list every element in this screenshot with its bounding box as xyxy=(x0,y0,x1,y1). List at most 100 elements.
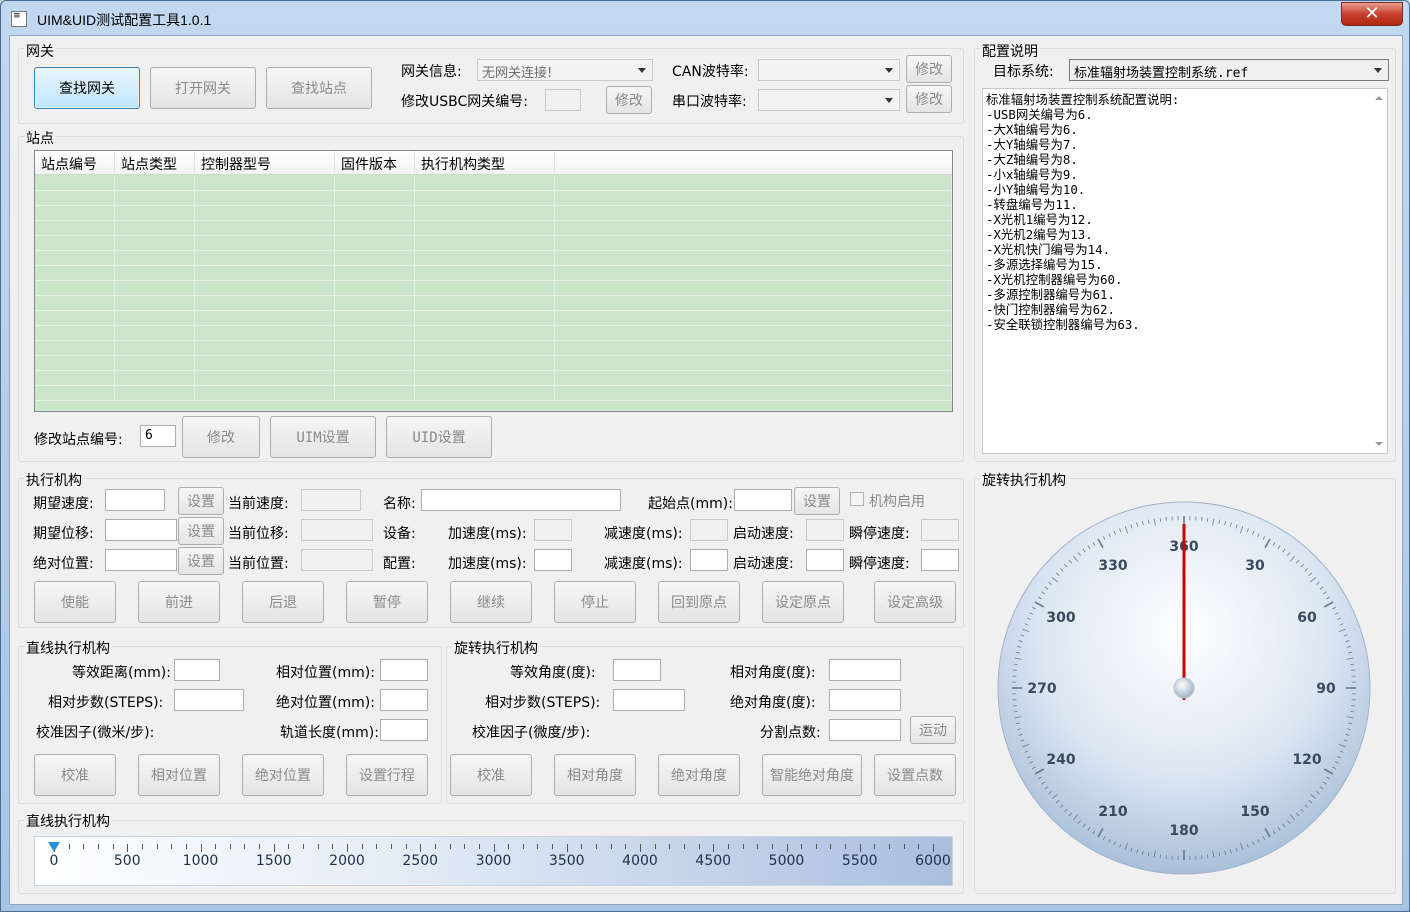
can-modify-button[interactable]: 修改 xyxy=(906,55,952,83)
col-station-id[interactable]: 站点编号 xyxy=(35,151,115,175)
eq-dist-input[interactable] xyxy=(174,659,220,681)
decel-input[interactable] xyxy=(690,549,728,571)
col-station-type[interactable]: 站点类型 xyxy=(115,151,195,175)
abs-pos-mm-input[interactable] xyxy=(380,689,428,711)
table-row[interactable] xyxy=(35,206,952,221)
linear-calibrate-button[interactable]: 校准 xyxy=(34,754,116,796)
rotary-abs-angle-button[interactable]: 绝对角度 xyxy=(658,754,740,796)
stop-speed-input[interactable] xyxy=(921,549,959,571)
start-speed-input[interactable] xyxy=(806,549,844,571)
linear-abs-pos-button[interactable]: 绝对位置 xyxy=(242,754,324,796)
linear-slider[interactable]: 0 500 1000 1500 2000 2500 3000 3500 4000 4500 5000… xyxy=(34,836,953,886)
slider-tick xyxy=(112,844,114,849)
eq-angle-input[interactable] xyxy=(613,659,661,681)
slider-tick xyxy=(625,844,627,849)
table-row[interactable] xyxy=(35,221,952,236)
open-gateway-button[interactable]: 打开网关 xyxy=(150,67,256,109)
backward-button[interactable]: 后退 xyxy=(242,581,324,623)
continue-button[interactable]: 继续 xyxy=(450,581,532,623)
linear-rel-pos-button[interactable]: 相对位置 xyxy=(138,754,220,796)
uid-settings-button[interactable]: UID设置 xyxy=(386,416,492,458)
config-description-text[interactable]: 标准辐射场装置控制系统配置说明: -USB网关编号为6. -大X轴编号为6. -大Y轴… xyxy=(982,88,1388,454)
start-point-input[interactable] xyxy=(734,489,792,511)
start-point-set-button[interactable]: 设置 xyxy=(794,487,840,515)
set-points-button[interactable]: 设置点数 xyxy=(874,754,956,796)
slider-label: 500 xyxy=(113,853,141,869)
uim-settings-button[interactable]: UIM设置 xyxy=(270,416,376,458)
col-firmware-version[interactable]: 固件版本 xyxy=(335,151,415,175)
run-button[interactable]: 运动 xyxy=(910,716,956,744)
usbc-modify-button[interactable]: 修改 xyxy=(606,86,652,114)
col-controller-model[interactable]: 控制器型号 xyxy=(195,151,335,175)
enable-button[interactable]: 使能 xyxy=(34,581,116,623)
table-row[interactable] xyxy=(35,386,952,401)
table-row[interactable] xyxy=(35,371,952,386)
close-button[interactable]: ✕ xyxy=(1341,2,1403,26)
config-scrollbar[interactable] xyxy=(1370,89,1387,453)
expect-speed-set-button[interactable]: 设置 xyxy=(178,487,224,515)
table-row[interactable] xyxy=(35,251,952,266)
table-row[interactable] xyxy=(35,191,952,206)
slider-thumb[interactable] xyxy=(48,842,60,852)
rot-rel-steps-input[interactable] xyxy=(613,689,685,711)
table-row[interactable] xyxy=(35,311,952,326)
table-row[interactable] xyxy=(35,326,952,341)
find-gateway-button[interactable]: 查找网关 xyxy=(34,67,140,109)
expect-speed-input[interactable] xyxy=(105,489,165,511)
col-actuator-type[interactable]: 执行机构类型 xyxy=(415,151,555,175)
enable-checkbox[interactable] xyxy=(850,492,864,506)
abs-pos-input[interactable] xyxy=(105,549,177,571)
rot-rel-steps-label: 相对步数(STEPS): xyxy=(485,695,601,711)
set-travel-button[interactable]: 设置行程 xyxy=(346,754,428,796)
rel-steps-input[interactable] xyxy=(174,689,244,711)
gateway-info-combo[interactable]: 无网关连接! xyxy=(477,59,653,81)
slider-tick xyxy=(859,844,861,852)
serial-baud-combo[interactable] xyxy=(758,89,900,111)
name-input[interactable] xyxy=(421,489,621,511)
set-advanced-button[interactable]: 设定高级 xyxy=(874,581,956,623)
rel-angle-input[interactable] xyxy=(829,659,901,681)
go-home-button[interactable]: 回到原点 xyxy=(658,581,740,623)
set-home-button[interactable]: 设定原点 xyxy=(762,581,844,623)
expect-pos-input[interactable] xyxy=(105,519,177,541)
config-line: -X光机2编号为13. xyxy=(986,227,1093,242)
station-table[interactable]: 站点编号 站点类型 控制器型号 固件版本 执行机构类型 xyxy=(34,150,953,412)
divisions-input[interactable] xyxy=(829,719,901,741)
slider-tick xyxy=(390,844,392,849)
target-system-combo[interactable]: 标准辐射场装置控制系统.ref xyxy=(1069,59,1389,81)
find-station-button[interactable]: 查找站点 xyxy=(266,67,372,109)
abs-pos-set-button[interactable]: 设置 xyxy=(178,547,224,575)
modify-station-input[interactable]: 6 xyxy=(140,425,176,447)
scroll-up-icon[interactable] xyxy=(1375,96,1383,100)
abs-angle-input[interactable] xyxy=(829,689,901,711)
table-row[interactable] xyxy=(35,266,952,281)
track-len-input[interactable] xyxy=(380,719,428,741)
rel-pos-input[interactable] xyxy=(380,659,428,681)
table-cell xyxy=(35,386,115,401)
modify-station-button[interactable]: 修改 xyxy=(182,416,260,458)
forward-button[interactable]: 前进 xyxy=(138,581,220,623)
can-baud-combo[interactable] xyxy=(758,59,900,81)
table-row[interactable] xyxy=(35,341,952,356)
slider-tick xyxy=(552,844,554,849)
pause-button[interactable]: 暂停 xyxy=(346,581,428,623)
stop-button[interactable]: 停止 xyxy=(554,581,636,623)
table-row[interactable] xyxy=(35,281,952,296)
usbc-gateway-input[interactable] xyxy=(545,89,581,111)
expect-pos-set-button[interactable]: 设置 xyxy=(178,517,224,545)
rotary-rel-angle-button[interactable]: 相对角度 xyxy=(554,754,636,796)
config-line: -大X轴编号为6. xyxy=(986,122,1078,137)
scroll-down-icon[interactable] xyxy=(1375,442,1383,446)
table-row[interactable] xyxy=(35,296,952,311)
accel-input[interactable] xyxy=(534,549,572,571)
rotary-calibrate-button[interactable]: 校准 xyxy=(450,754,532,796)
title-bar[interactable]: ≡ UIM&UID测试配置工具1.0.1 ✕ xyxy=(1,1,1409,35)
rotary-dial[interactable]: 360306090120150180210240270300330 xyxy=(996,500,1372,876)
table-row[interactable] xyxy=(35,236,952,251)
smart-abs-angle-button[interactable]: 智能绝对角度 xyxy=(762,754,862,796)
table-row[interactable] xyxy=(35,356,952,371)
accel-label: 加速度(ms): xyxy=(448,526,527,542)
table-row[interactable] xyxy=(35,176,952,191)
serial-modify-button[interactable]: 修改 xyxy=(906,85,952,113)
table-cell xyxy=(195,176,335,191)
